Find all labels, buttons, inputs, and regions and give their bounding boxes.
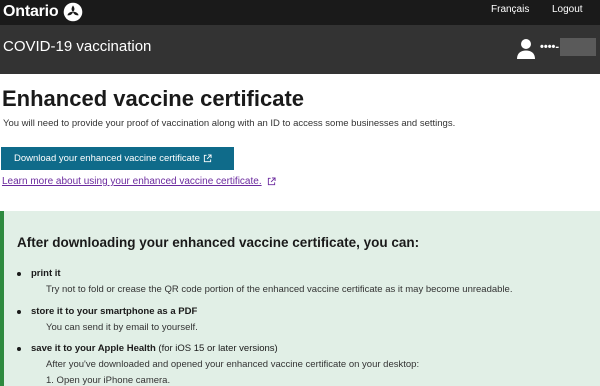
intro-text: You will need to provide your proof of v… <box>3 118 456 129</box>
user-icon <box>517 39 535 59</box>
redacted-username <box>560 38 596 56</box>
after-download-panel: After downloading your enhanced vaccine … <box>0 211 600 386</box>
list-item-desc: Try not to fold or crease the QR code po… <box>46 284 513 295</box>
learn-more-link[interactable]: Learn more about using your enhanced vac… <box>2 176 276 187</box>
bullet-icon <box>17 272 21 276</box>
download-certificate-button[interactable]: Download your enhanced vaccine certifica… <box>1 147 234 170</box>
user-name: ••••- <box>540 41 560 53</box>
bullet-icon <box>17 310 21 314</box>
panel-heading: After downloading your enhanced vaccine … <box>17 235 420 250</box>
ontario-trillium-icon <box>63 2 82 22</box>
bullet-icon <box>17 347 21 351</box>
step-item: 1. Open your iPhone camera. <box>46 375 171 386</box>
page-title: Enhanced vaccine certificate <box>2 86 305 111</box>
logout-link[interactable]: Logout <box>552 4 583 15</box>
logo-text: Ontario <box>3 3 59 20</box>
list-item-desc: After you've downloaded and opened your … <box>46 359 420 370</box>
list-item-desc: You can send it by email to yourself. <box>46 322 198 333</box>
list-item-title: print it <box>31 268 61 279</box>
ontario-logo[interactable]: Ontario <box>3 2 83 22</box>
app-title: COVID-19 vaccination <box>3 38 152 55</box>
french-language-link[interactable]: Français <box>491 4 529 15</box>
app-header: COVID-19 vaccination ••••- <box>0 25 600 74</box>
top-bar: Ontario Français Logout <box>0 0 600 25</box>
list-item-title: save it to your Apple Health (for iOS 15… <box>31 343 278 354</box>
external-link-icon <box>267 177 276 186</box>
external-link-icon <box>203 154 212 163</box>
download-button-label: Download your enhanced vaccine certifica… <box>14 153 200 164</box>
learn-more-label: Learn more about using your enhanced vac… <box>2 176 262 187</box>
list-item-title: store it to your smartphone as a PDF <box>31 306 198 317</box>
